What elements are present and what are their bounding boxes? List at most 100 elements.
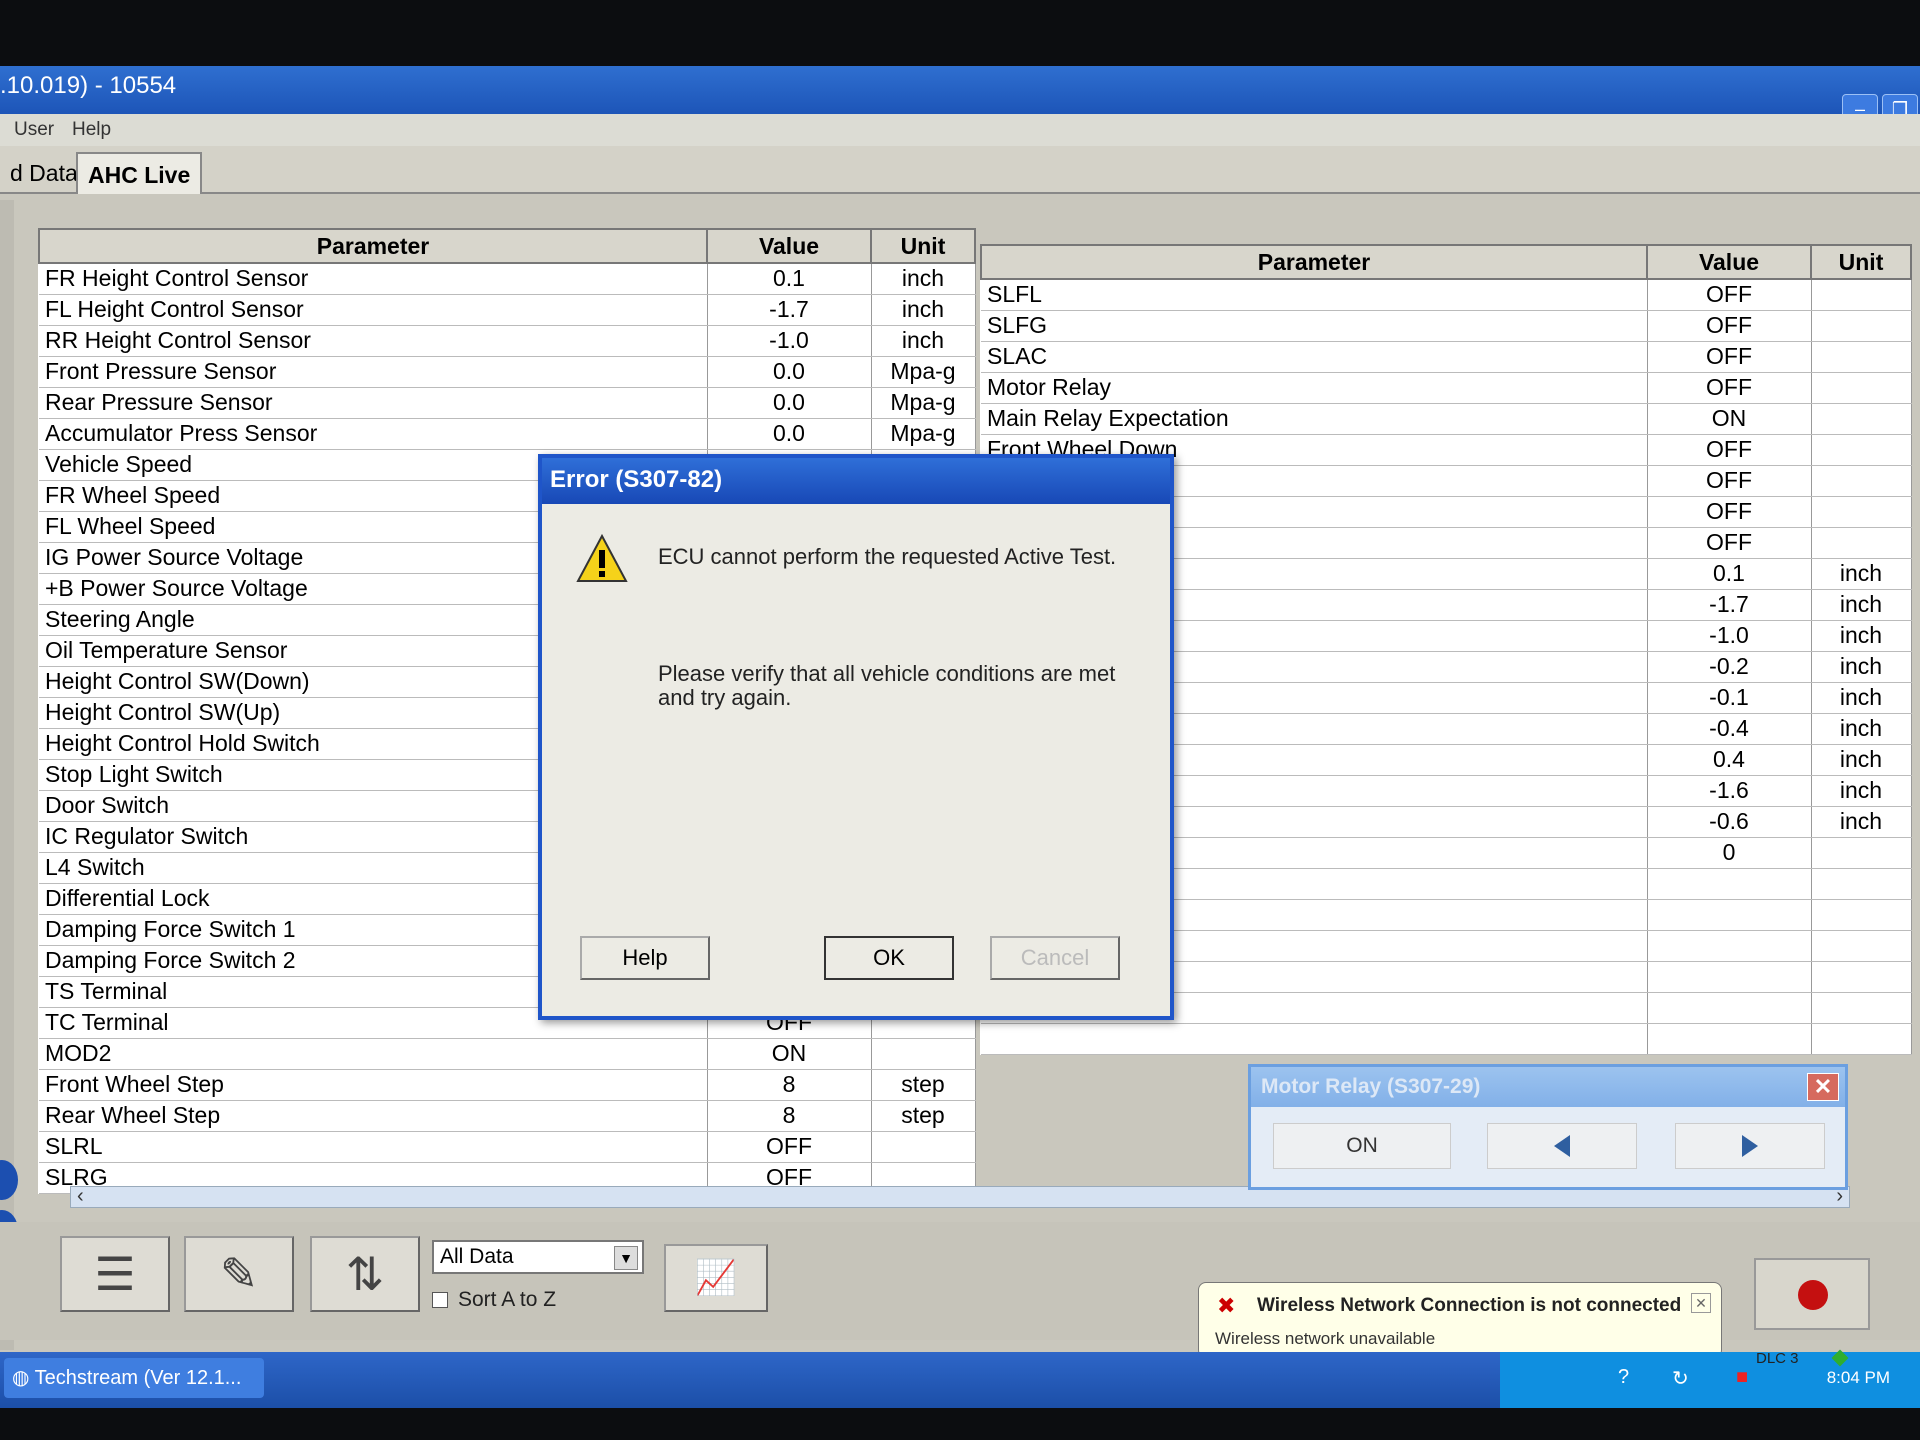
cell-value: -0.4	[1647, 713, 1812, 745]
table-row[interactable]: Rear Pressure Sensor 0.0 Mpa-g	[39, 387, 976, 419]
cell-unit: inch	[871, 294, 976, 326]
cell-value: OFF	[1647, 465, 1812, 497]
cell-value: 0.1	[1647, 558, 1812, 590]
table-row[interactable]: Accumulator Press Sensor 0.0 Mpa-g	[39, 418, 976, 450]
cell-parameter: Rear Pressure Sensor	[39, 387, 708, 419]
left-panel-edge	[0, 200, 18, 1350]
table-row[interactable]: Motor Relay OFF	[981, 372, 1912, 404]
clock[interactable]: 8:04 PM	[1827, 1368, 1890, 1388]
cell-unit	[1811, 310, 1912, 342]
close-icon[interactable]: ✕	[1807, 1073, 1839, 1101]
dlc-status: DLC 3	[1756, 1350, 1799, 1367]
column-header-unit[interactable]: Unit	[870, 228, 976, 264]
graph-button[interactable]: 📈	[664, 1244, 768, 1312]
menu-help[interactable]: Help	[72, 119, 111, 141]
motor-relay-panel: Motor Relay (S307-29) ✕ ON	[1248, 1064, 1848, 1190]
cell-parameter: FR Height Control Sensor	[39, 263, 708, 295]
cell-unit: inch	[1811, 775, 1912, 807]
table-row[interactable]: SLFL OFF	[981, 279, 1912, 311]
error-dialog: Error (S307-82) ECU cannot perform the r…	[538, 454, 1174, 1020]
menu-user[interactable]: User	[14, 119, 54, 141]
table-row[interactable]: SLAC OFF	[981, 341, 1912, 373]
cell-unit: inch	[1811, 713, 1912, 745]
cell-value: OFF	[1647, 434, 1812, 466]
cell-unit: inch	[1811, 651, 1912, 683]
column-header-parameter[interactable]: Parameter	[980, 244, 1648, 280]
table-row[interactable]: Front Wheel Step 8 step	[39, 1069, 976, 1101]
table-row[interactable]: Front Pressure Sensor 0.0 Mpa-g	[39, 356, 976, 388]
cell-unit	[1811, 341, 1912, 373]
network-error-icon[interactable]: ■	[1736, 1366, 1748, 1389]
column-header-unit[interactable]: Unit	[1810, 244, 1912, 280]
error-message: ECU cannot perform the requested Active …	[658, 544, 1117, 569]
sort-label: Sort A to Z	[458, 1288, 557, 1311]
help-icon[interactable]: ?	[1618, 1366, 1629, 1389]
table-row[interactable]	[981, 1023, 1912, 1055]
cell-unit: Mpa-g	[871, 356, 976, 388]
cell-parameter: MOD2	[39, 1038, 708, 1070]
cell-unit	[871, 1038, 976, 1070]
cell-unit: inch	[1811, 589, 1912, 621]
table-row[interactable]: FR Height Control Sensor 0.1 inch	[39, 263, 976, 295]
cell-parameter: SLAC	[981, 341, 1648, 373]
column-header-parameter[interactable]: Parameter	[38, 228, 708, 264]
select-data-list-button[interactable]: ☰	[60, 1236, 170, 1312]
cell-value: -0.1	[1647, 682, 1812, 714]
relay-left-button[interactable]	[1487, 1123, 1637, 1169]
snapshot-button[interactable]: ✎	[184, 1236, 294, 1312]
chevron-down-icon[interactable]: ▼	[614, 1246, 638, 1270]
cell-unit	[1811, 1023, 1912, 1055]
taskbar-app-techstream[interactable]: ◍ Techstream (Ver 12.1...	[4, 1358, 264, 1398]
cancel-button: Cancel	[990, 936, 1120, 980]
wireless-notification[interactable]: ✖ Wireless Network Connection is not con…	[1198, 1282, 1722, 1358]
app-icon: ◍	[12, 1367, 35, 1389]
cell-value: -1.6	[1647, 775, 1812, 807]
column-header-value[interactable]: Value	[706, 228, 872, 264]
cell-unit	[1811, 868, 1912, 900]
table-row[interactable]: FL Height Control Sensor -1.7 inch	[39, 294, 976, 326]
cell-value	[1647, 930, 1812, 962]
cell-unit	[1811, 496, 1912, 528]
arrange-button[interactable]: ⇅	[310, 1236, 420, 1312]
cell-unit	[1811, 279, 1912, 311]
menu-bar: User Help	[0, 114, 1920, 146]
cell-value: -1.0	[707, 325, 872, 357]
sort-a-to-z-checkbox[interactable]: Sort A to Z	[432, 1288, 556, 1312]
relay-state-button[interactable]: ON	[1273, 1123, 1451, 1169]
cell-value: 0.0	[707, 387, 872, 419]
table-row[interactable]: SLRL OFF	[39, 1131, 976, 1163]
cell-value: 0.4	[1647, 744, 1812, 776]
cell-value: -0.6	[1647, 806, 1812, 838]
window-titlebar: .10.019) - 10554 – ❐	[0, 66, 1920, 124]
cell-unit: inch	[1811, 620, 1912, 652]
cell-unit: inch	[871, 325, 976, 357]
cell-parameter: SLFL	[981, 279, 1648, 311]
table-row[interactable]: RR Height Control Sensor -1.0 inch	[39, 325, 976, 357]
taskbar: ◍ Techstream (Ver 12.1... ? ↻ ■ 8:04 PM	[0, 1352, 1920, 1408]
cell-unit	[1811, 403, 1912, 435]
cell-unit: inch	[1811, 806, 1912, 838]
motor-relay-title: Motor Relay (S307-29) ✕	[1251, 1067, 1845, 1107]
column-header-value[interactable]: Value	[1646, 244, 1812, 280]
table-row[interactable]: Main Relay Expectation ON	[981, 403, 1912, 435]
table-row[interactable]: Rear Wheel Step 8 step	[39, 1100, 976, 1132]
table-row[interactable]: SLFG OFF	[981, 310, 1912, 342]
checkbox-icon[interactable]	[432, 1292, 448, 1309]
cell-value: -1.7	[707, 294, 872, 326]
scroll-left-icon[interactable]: ‹	[77, 1185, 84, 1208]
table-row[interactable]: MOD2 ON	[39, 1038, 976, 1070]
cell-value: -1.7	[1647, 589, 1812, 621]
cell-unit	[1811, 930, 1912, 962]
cell-unit: inch	[1811, 682, 1912, 714]
cell-unit	[1811, 961, 1912, 993]
refresh-icon[interactable]: ↻	[1672, 1366, 1689, 1391]
help-button[interactable]: Help	[580, 936, 710, 980]
cell-value: OFF	[1647, 372, 1812, 404]
data-filter-select[interactable]: All Data ▼	[432, 1240, 644, 1274]
close-icon[interactable]: ✕	[1691, 1293, 1711, 1313]
tab-ahc-live[interactable]: AHC Live	[76, 152, 203, 194]
relay-right-button[interactable]	[1675, 1123, 1825, 1169]
tab-data[interactable]: d Data	[0, 152, 88, 194]
ok-button[interactable]: OK	[824, 936, 954, 980]
record-button[interactable]	[1754, 1258, 1870, 1330]
